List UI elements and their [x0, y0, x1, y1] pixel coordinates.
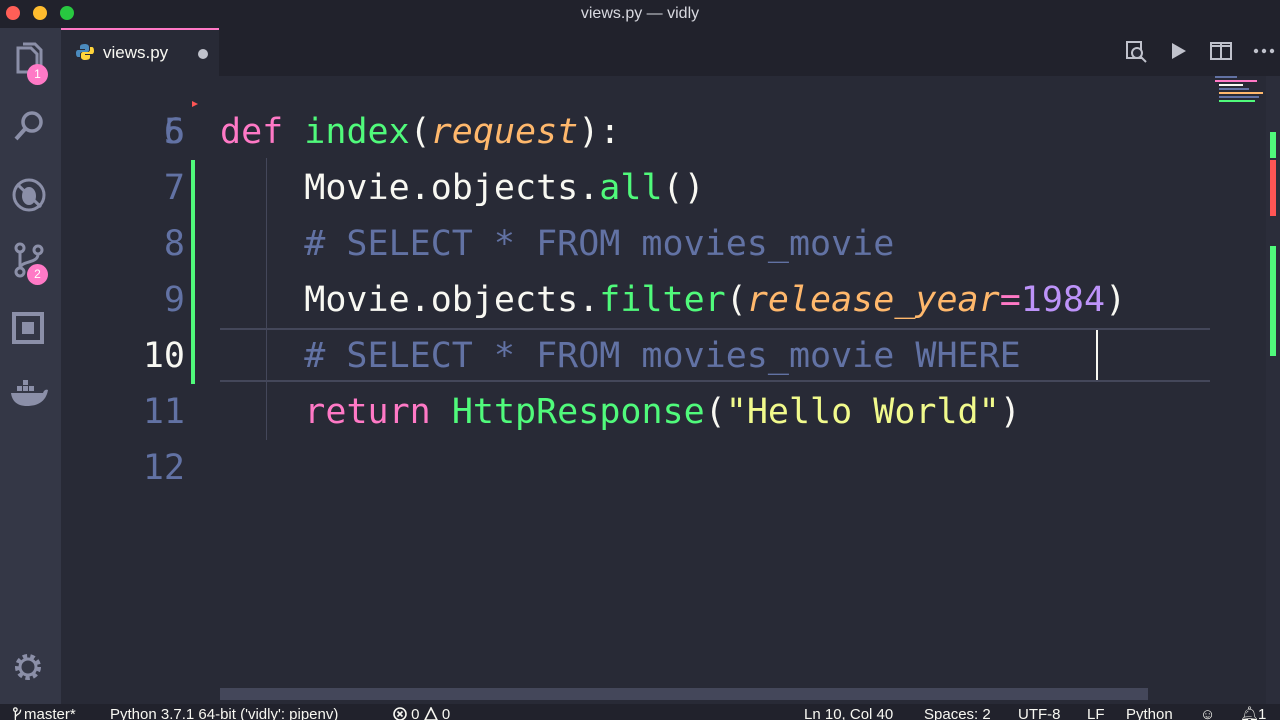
code-token: ) [999, 392, 1021, 432]
problems-indicator[interactable]: 0 0 [393, 706, 450, 720]
code-token: "Hello World" [725, 392, 1000, 432]
code-token: # SELECT * FROM movies_movie WHERE [220, 336, 1042, 376]
code-line[interactable]: 10 # SELECT * FROM movies_movie WHERE [61, 328, 1211, 384]
code-token: all [599, 168, 663, 208]
window-title: views.py — vidly [580, 5, 700, 22]
code-token: Movie.objects. [220, 168, 600, 208]
tab-label: views.py [103, 43, 169, 62]
code-line[interactable]: 8 # SELECT * FROM movies_movie [61, 216, 1211, 272]
source-control-badge: 2 [27, 264, 48, 285]
source-control-button[interactable]: 2 [9, 240, 49, 285]
code-token: ( [704, 392, 726, 432]
scm-added-marker [1270, 132, 1276, 158]
cursor-position[interactable]: Ln 10, Col 40 [804, 706, 893, 720]
line-number: 6 [163, 112, 185, 152]
code-text: Movie.objects.filter(release_year=1984) [220, 272, 1126, 328]
notification-count: 1 [1258, 706, 1267, 720]
code-token: () [662, 168, 705, 208]
code-token: HttpResponse [451, 392, 705, 432]
minimap[interactable] [1211, 76, 1266, 136]
tab-strip: views.py [61, 28, 1280, 76]
code-text: # SELECT * FROM movies_movie [220, 216, 894, 272]
debug-button[interactable] [9, 174, 49, 214]
code-line-partial: 5 [61, 76, 1211, 152]
line-number: 12 [142, 448, 185, 488]
settings-gear-icon [15, 654, 41, 680]
language-mode[interactable]: Python [1126, 706, 1173, 720]
error-icon [393, 707, 407, 720]
code-token: index [304, 112, 410, 152]
code-token: = [999, 280, 1021, 320]
warning-count: 0 [441, 706, 451, 720]
code-token: 1984 [1020, 280, 1106, 320]
code-editor[interactable]: 5 6 def index(request): 7 Movie.objects.al… [61, 76, 1280, 704]
code-text: # SELECT * FROM movies_movie WHERE [220, 328, 1042, 384]
explorer-badge: 1 [27, 64, 48, 85]
git-branch-icon [12, 707, 22, 720]
run-file-icon[interactable] [1165, 38, 1191, 64]
code-text: return HttpResponse("Hello World") [220, 384, 1021, 440]
feedback-smiley-icon[interactable]: ☺ [1200, 706, 1215, 720]
branch-indicator[interactable]: master* [12, 706, 76, 720]
horizontal-scrollbar[interactable] [220, 688, 1148, 700]
code-line[interactable]: 7 Movie.objects.all() [61, 160, 1211, 216]
more-actions-icon[interactable] [1251, 38, 1277, 64]
branch-name: master* [24, 706, 76, 720]
code-line[interactable]: 11 return HttpResponse("Hello World") [61, 384, 1211, 440]
code-token: Movie.objects. [220, 280, 600, 320]
indentation[interactable]: Spaces: 2 [924, 706, 991, 720]
code-token: ) [1105, 280, 1127, 320]
line-number: 8 [163, 224, 185, 264]
encoding[interactable]: UTF-8 [1018, 706, 1061, 720]
end-of-line[interactable]: LF [1087, 706, 1105, 720]
docker-button[interactable] [9, 374, 49, 414]
line-number: 7 [163, 168, 185, 208]
code-line[interactable]: 9 Movie.objects.filter(release_year=1984… [61, 272, 1211, 328]
split-editor-icon[interactable] [1208, 38, 1234, 64]
code-token: def [220, 112, 284, 152]
line-number: 9 [163, 280, 185, 320]
search-icon [14, 111, 43, 141]
vertical-scrollbar[interactable] [1266, 76, 1280, 704]
activity-bar: 1 2 [0, 28, 61, 704]
code-token: ( [725, 280, 747, 320]
line-number: 11 [142, 392, 185, 432]
warning-icon [423, 706, 438, 720]
docker-icon [11, 380, 48, 406]
code-line[interactable]: 12 [61, 440, 1211, 496]
debug-icon [12, 178, 46, 212]
code-token: # SELECT * FROM movies_movie [220, 224, 895, 264]
code-token: request [430, 112, 579, 152]
python-interpreter[interactable]: Python 3.7.1 64-bit ('vidly': pipenv) [110, 706, 338, 720]
python-file-icon [76, 44, 94, 60]
extensions-button[interactable] [9, 308, 49, 348]
tab-views-py[interactable]: views.py [61, 28, 219, 76]
code-token: ): [578, 112, 621, 152]
open-preview-icon[interactable] [1123, 38, 1149, 64]
extensions-icon [12, 312, 44, 344]
code-line[interactable]: 6 def index(request): [61, 104, 1211, 160]
title-bar: views.py — vidly [0, 0, 1280, 28]
notifications-bell-icon[interactable]: 🔔︎ [1240, 706, 1259, 720]
code-token: ( [409, 112, 431, 152]
search-button[interactable] [9, 106, 49, 146]
code-text: Movie.objects.all() [220, 160, 705, 216]
code-token: return [304, 392, 431, 432]
error-count: 0 [411, 706, 420, 720]
explorer-button[interactable]: 1 [9, 40, 49, 85]
code-token: filter [599, 280, 726, 320]
scm-modified-marker [1270, 160, 1276, 216]
settings-button[interactable] [9, 647, 49, 687]
scm-added-marker [1270, 246, 1276, 356]
line-number: 10 [142, 336, 185, 376]
status-bar: master* Python 3.7.1 64-bit ('vidly': pi… [0, 704, 1280, 720]
code-text: def index(request): [220, 104, 620, 160]
unsaved-dot-icon[interactable] [198, 49, 208, 59]
code-token: release_year [746, 280, 1000, 320]
